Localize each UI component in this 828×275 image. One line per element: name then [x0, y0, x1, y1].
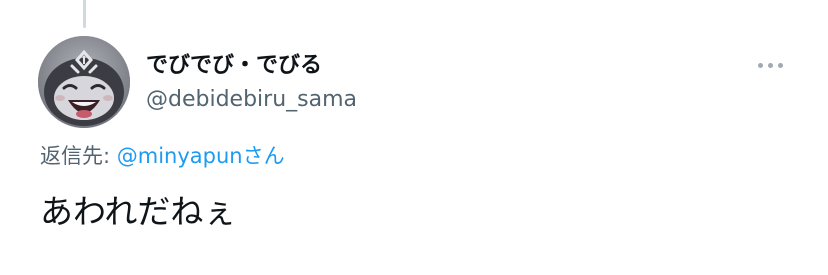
reply-mention-link[interactable]: @minyapun	[117, 144, 243, 168]
reply-prefix: 返信先:	[40, 144, 117, 168]
thread-connector-line	[83, 0, 86, 28]
reply-suffix: さん	[242, 144, 285, 168]
reply-context: 返信先: @minyapunさん	[40, 142, 285, 170]
avatar[interactable]	[38, 36, 130, 128]
more-options-button[interactable]	[752, 50, 788, 80]
display-name[interactable]: でびでび・でびる	[146, 52, 322, 80]
more-horizontal-icon	[757, 62, 763, 68]
avatar-image	[38, 36, 130, 128]
more-horizontal-icon-dot	[777, 62, 783, 68]
tweet-text: あわれだねぇ	[40, 192, 237, 231]
more-horizontal-icon-dot	[767, 62, 773, 68]
user-handle[interactable]: @debidebiru_sama	[146, 86, 357, 114]
